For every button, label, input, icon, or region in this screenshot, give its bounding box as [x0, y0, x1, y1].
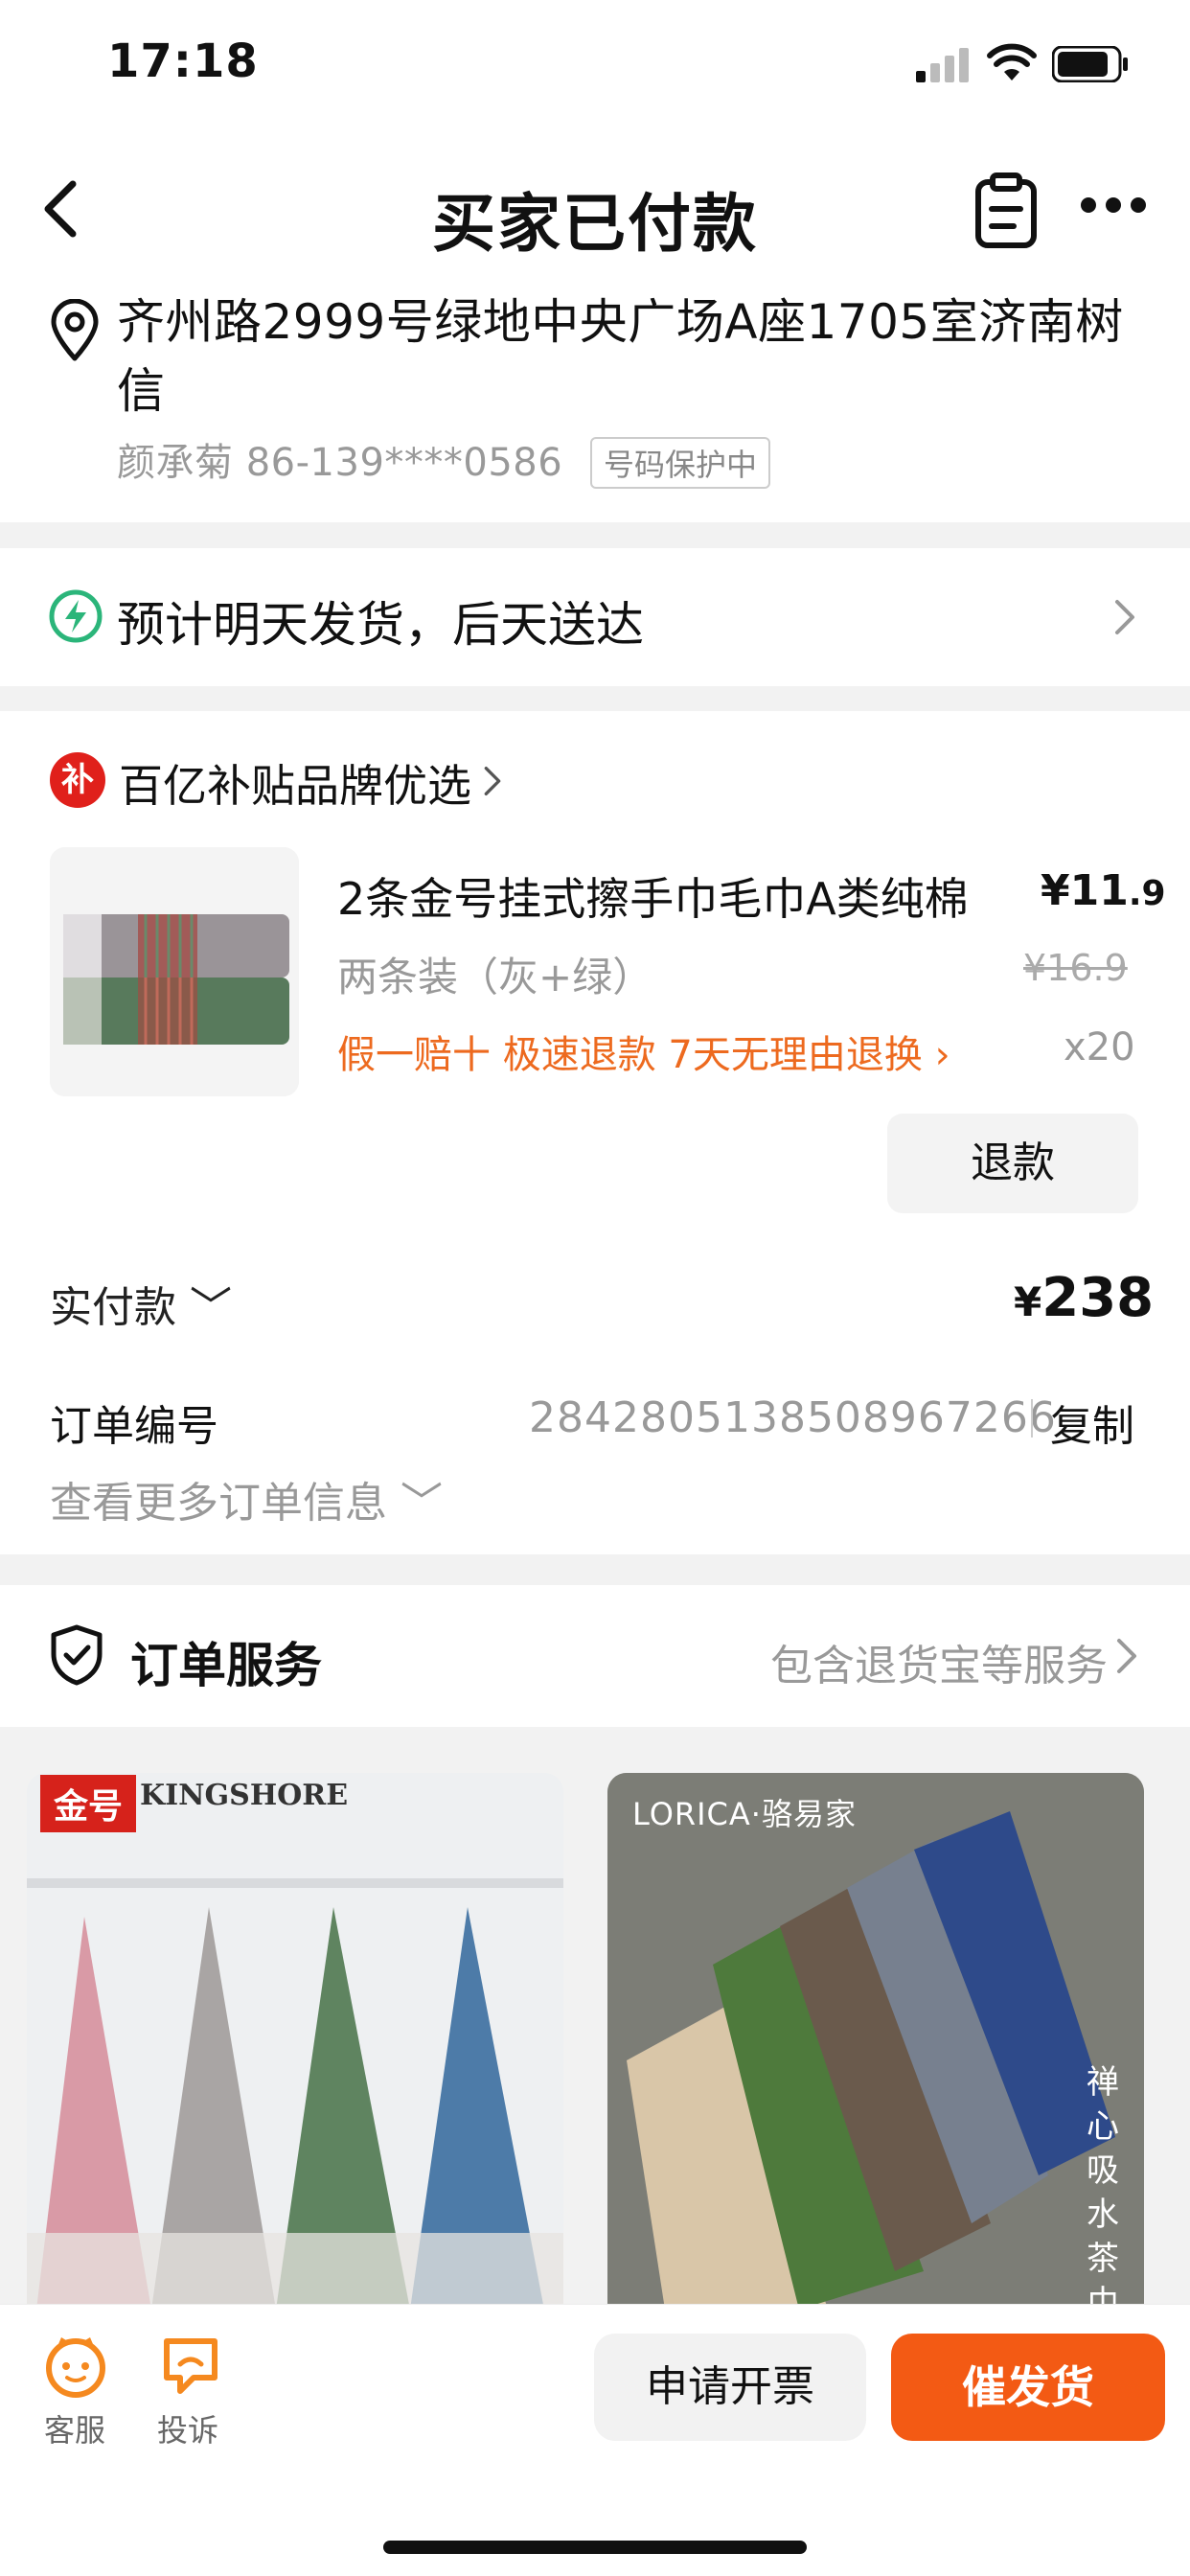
- signal-icon: [916, 48, 969, 82]
- contact-info: 颜承菊 86-139****0586: [117, 441, 563, 485]
- tea-towels-image: [607, 1773, 1144, 2310]
- brand-section-label: 百亿补贴品牌优选: [119, 760, 471, 812]
- nav-header: 买家已付款: [0, 134, 1190, 288]
- price-decimal: .9: [1128, 874, 1166, 913]
- divider: [1031, 1399, 1033, 1438]
- services-summary: 包含退货宝等服务: [770, 1642, 1108, 1690]
- complaint-icon[interactable]: [159, 2334, 222, 2397]
- product-price: ¥11.9: [1041, 866, 1166, 915]
- order-services-row[interactable]: 订单服务 包含退货宝等服务: [0, 1585, 1190, 1727]
- shield-icon: [51, 1624, 103, 1686]
- lightning-icon: [49, 589, 103, 643]
- customer-service-label[interactable]: 客服: [44, 2406, 105, 2450]
- status-time: 17:18: [107, 34, 259, 88]
- refund-button[interactable]: 退款: [887, 1114, 1138, 1213]
- brand-badge: 金号: [40, 1775, 137, 1832]
- order-number-label: 订单编号: [50, 1402, 218, 1451]
- product-thumbnail[interactable]: [50, 847, 299, 1096]
- clipboard-icon[interactable]: [973, 172, 1039, 249]
- location-pin-icon: [51, 299, 99, 361]
- order-card: 补 百亿补贴品牌优选 2条金号挂式擦手巾毛巾A类纯棉 ¥11.9 两条装（灰+绿…: [0, 711, 1190, 1554]
- brand-name: LORICA·骆易家: [632, 1796, 857, 1832]
- order-number: 2842805138508967266: [529, 1393, 1057, 1442]
- customer-service-icon[interactable]: [42, 2332, 109, 2399]
- more-order-info-link[interactable]: 查看更多订单信息 ﹀: [50, 1468, 443, 1530]
- original-price: ¥16.9: [1023, 947, 1128, 989]
- number-protection-badge: 号码保护中: [590, 437, 771, 489]
- towels-hanging-image: [27, 1773, 563, 2310]
- vertical-slogan: 禅心吸水茶巾: [1087, 2063, 1119, 2310]
- price-integer: ¥11: [1041, 866, 1129, 915]
- request-invoice-button[interactable]: 申请开票: [594, 2334, 866, 2441]
- brand-name: KINGSHORE: [140, 1779, 349, 1812]
- chevron-right-icon: [484, 767, 501, 795]
- chevron-right-icon: [1115, 600, 1134, 634]
- product-title[interactable]: 2条金号挂式擦手巾毛巾A类纯棉: [337, 864, 969, 928]
- brand-section-title[interactable]: 百亿补贴品牌优选: [119, 751, 471, 815]
- copy-button[interactable]: 复制: [1050, 1392, 1134, 1453]
- paid-amount: ¥238: [1014, 1267, 1154, 1329]
- shipping-estimate-text: 预计明天发货，后天送达: [117, 597, 644, 653]
- product-quantity: x20: [1064, 1025, 1135, 1070]
- currency-symbol: ¥: [1014, 1278, 1042, 1325]
- bottom-action-bar: 客服 投诉 申请开票 催发货: [0, 2304, 1190, 2576]
- home-indicator[interactable]: [383, 2541, 807, 2554]
- recommendation-card[interactable]: 金号 KINGSHORE: [27, 1773, 563, 2310]
- battery-icon: [1052, 46, 1128, 82]
- paid-label[interactable]: 实付款 ﹀: [50, 1273, 232, 1334]
- address-section[interactable]: 齐州路2999号绿地中央广场A座1705室济南树信 颜承菊 86-139****…: [0, 288, 1190, 522]
- status-bar: 17:18: [0, 0, 1190, 134]
- service-tags[interactable]: 假一赔十 极速退款 7天无理由退换 ›: [337, 1024, 950, 1079]
- towel-image: [50, 847, 299, 1096]
- chevron-right-icon: [1117, 1639, 1136, 1673]
- complaint-label[interactable]: 投诉: [157, 2406, 218, 2450]
- subsidy-logo-icon: 补: [50, 752, 105, 808]
- paid-amount-value: 238: [1041, 1267, 1155, 1329]
- urge-shipment-button[interactable]: 催发货: [891, 2334, 1165, 2441]
- wifi-icon: [987, 43, 1037, 80]
- shipping-estimate-row[interactable]: 预计明天发货，后天送达: [0, 548, 1190, 686]
- recommendation-card[interactable]: LORICA·骆易家 禅心吸水茶巾: [607, 1773, 1144, 2310]
- services-title: 订单服务: [130, 1638, 322, 1693]
- address-text: 齐州路2999号绿地中央广场A座1705室济南树信: [117, 294, 1124, 419]
- product-spec: 两条装（灰+绿）: [337, 954, 653, 1000]
- more-options-icon[interactable]: [1079, 194, 1148, 217]
